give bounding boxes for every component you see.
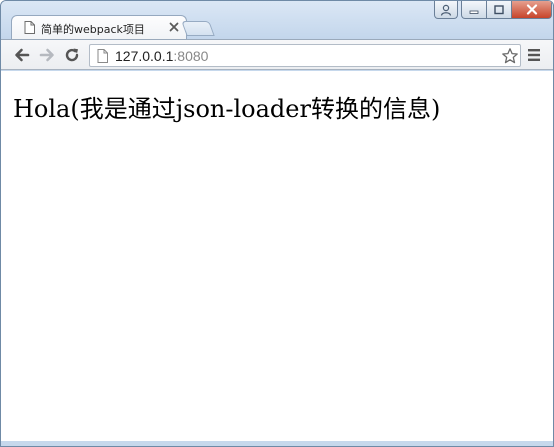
reload-icon[interactable] — [63, 46, 81, 64]
arrow-left-icon[interactable] — [13, 46, 31, 64]
browser-window: 简单的webpack项目 127.0.0.1:8080 Hola(我是通过jso… — [0, 0, 554, 447]
address-bar[interactable]: 127.0.0.1:8080 — [89, 44, 521, 67]
arrow-right-icon[interactable] — [38, 46, 56, 64]
close-window-button[interactable] — [512, 1, 552, 19]
url-host: 127.0.0.1 — [115, 48, 174, 64]
window-bottom-frame — [1, 441, 553, 446]
profile-button[interactable] — [434, 1, 458, 19]
tab-active[interactable]: 简单的webpack项目 — [11, 15, 187, 40]
minimize-button[interactable] — [461, 1, 487, 19]
document-icon — [24, 21, 35, 34]
url-port: :8080 — [173, 48, 209, 64]
browser-toolbar: 127.0.0.1:8080 — [1, 39, 553, 70]
page-message: Hola(我是通过json-loader转换的信息) — [13, 95, 441, 123]
page-viewport: Hola(我是通过json-loader转换的信息) — [1, 71, 553, 441]
star-icon[interactable] — [501, 47, 519, 65]
minimize-icon — [469, 10, 479, 14]
document-icon — [97, 49, 108, 63]
tab-title: 简单的webpack项目 — [41, 23, 145, 36]
user-icon — [440, 4, 452, 16]
maximize-button[interactable] — [487, 1, 512, 19]
new-tab-button[interactable] — [181, 21, 215, 36]
close-icon[interactable] — [167, 20, 181, 34]
url-text: 127.0.0.1:8080 — [115, 48, 208, 64]
hamburger-menu-icon[interactable] — [527, 47, 541, 63]
close-icon — [526, 4, 537, 15]
maximize-icon — [494, 4, 504, 14]
